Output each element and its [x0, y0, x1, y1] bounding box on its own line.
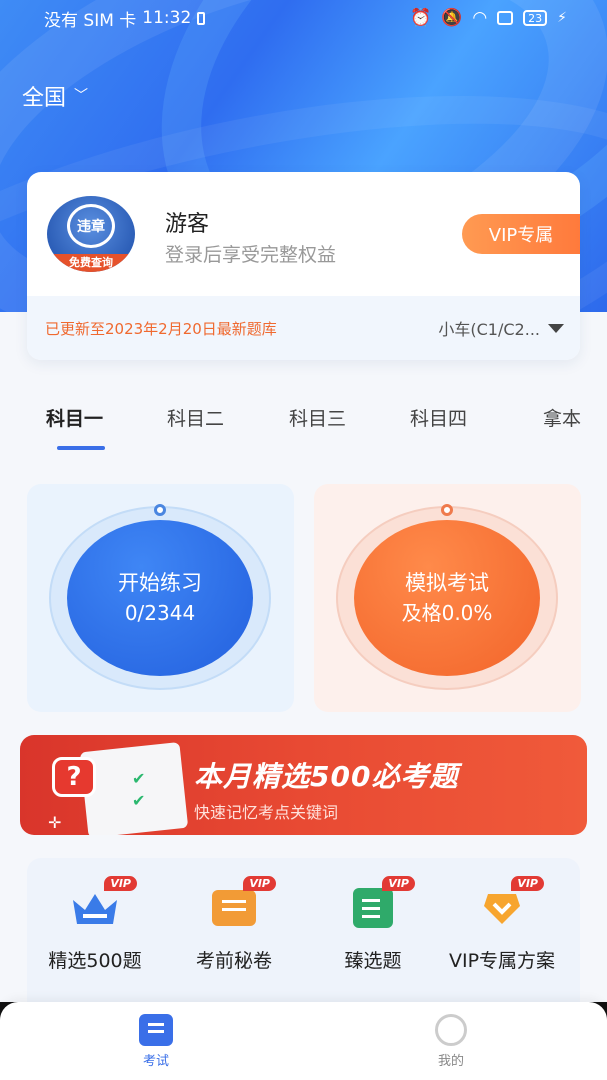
practice-progress: 0/2344: [124, 601, 196, 625]
avatar[interactable]: 违章 免费查询: [47, 196, 135, 272]
feature-grid: VIP 精选500题 VIP 考前秘卷 VIP 臻选题 VIP VIP专属方案: [27, 858, 580, 1018]
active-tab-indicator: [57, 446, 105, 450]
bottom-nav: 考试 我的: [0, 1002, 607, 1080]
practice-title: 开始练习: [118, 571, 202, 595]
avatar-strip: 免费查询: [47, 254, 135, 272]
alarm-icon: ⏰: [409, 8, 432, 28]
dropdown-triangle-icon: [548, 323, 564, 333]
avatar-text: 违章: [77, 219, 105, 235]
nav-label-exam: 考试: [142, 1054, 169, 1069]
exam-icon: [139, 1014, 173, 1046]
check-icon-2: ✔: [132, 791, 146, 810]
badge-icon: [484, 894, 520, 924]
status-bar: 没有 SIM 卡 11:32 ⏰ 🔕 ◠ 23 ⚡: [0, 0, 607, 36]
sim-icon: [197, 11, 206, 25]
card-footer: 已更新至2023年2月20日最新题库 小车(C1/C2...: [27, 296, 580, 360]
vip-badge: VIP: [104, 876, 137, 891]
time-text: 11:32: [142, 8, 192, 28]
book-icon: [353, 888, 393, 928]
mute-icon: 🔕: [441, 8, 463, 28]
crown-icon: [73, 894, 117, 924]
chevron-down-icon: ﹀: [74, 88, 89, 104]
nav-label-mine: 我的: [437, 1054, 464, 1069]
feature-label: 精选500题: [48, 950, 142, 972]
login-prompt[interactable]: 登录后享受完整权益: [165, 240, 336, 267]
feature-label: VIP专属方案: [448, 950, 556, 972]
banner-title: 本月精选500必考题: [194, 760, 459, 793]
feature-item-selected[interactable]: VIP 臻选题: [303, 876, 443, 973]
feature-label: 臻选题: [344, 950, 402, 972]
wifi-icon: ◠: [472, 8, 488, 28]
promo-banner[interactable]: ✔ ✔ ? ✛ 本月精选500必考题 快速记忆考点关键词: [20, 735, 587, 835]
vip-button[interactable]: VIP专属: [462, 214, 580, 254]
check-icon: ✔: [132, 769, 146, 788]
tab-subject-4[interactable]: 科目四: [410, 404, 467, 431]
practice-dot: [154, 504, 166, 516]
nav-item-exam[interactable]: 考试: [116, 1014, 196, 1069]
scroll-icon: [212, 890, 256, 926]
practice-card[interactable]: 开始练习 0/2344: [27, 484, 294, 712]
vip-badge: VIP: [511, 876, 544, 891]
charging-icon: ⚡: [557, 10, 567, 26]
banner-subtitle: 快速记忆考点关键词: [194, 803, 339, 822]
vip-badge: VIP: [382, 876, 415, 891]
tab-subject-2[interactable]: 科目二: [167, 404, 224, 431]
region-label: 全国: [22, 86, 67, 111]
region-selector[interactable]: 全国 ﹀: [22, 80, 88, 112]
tab-get-license[interactable]: 拿本: [543, 404, 581, 431]
practice-button[interactable]: 开始练习 0/2344: [67, 520, 253, 676]
user-name[interactable]: 游客: [165, 206, 209, 238]
mock-exam-card[interactable]: 模拟考试 及格0.0%: [314, 484, 581, 712]
question-icon: ?: [52, 757, 96, 797]
mock-exam-dot: [441, 504, 453, 516]
profile-card: 违章 免费查询 游客 登录后享受完整权益 VIP专属 已更新至2023年2月20…: [27, 172, 580, 360]
update-notice: 已更新至2023年2月20日最新题库: [45, 319, 277, 338]
feature-item-500[interactable]: VIP 精选500题: [25, 876, 165, 973]
battery-icon: 23: [523, 10, 548, 26]
carrier-text: 没有 SIM 卡: [44, 10, 137, 31]
profile-icon: [435, 1014, 467, 1046]
feature-item-secret-paper[interactable]: VIP 考前秘卷: [164, 876, 304, 973]
nav-item-mine[interactable]: 我的: [411, 1014, 491, 1069]
sparkle-icon: ✛: [48, 813, 62, 832]
mock-exam-title: 模拟考试: [405, 571, 489, 595]
feature-item-vip-plan[interactable]: VIP VIP专属方案: [432, 876, 572, 973]
tab-subject-3[interactable]: 科目三: [289, 404, 346, 431]
document-icon: [79, 742, 189, 835]
feature-label: 考前秘卷: [195, 950, 272, 972]
alert-icon: [497, 11, 514, 25]
tab-subject-1[interactable]: 科目一: [46, 404, 103, 431]
mock-exam-button[interactable]: 模拟考试 及格0.0%: [354, 520, 540, 676]
license-label: 小车(C1/C2...: [438, 320, 540, 339]
license-selector[interactable]: 小车(C1/C2...: [438, 316, 564, 340]
vip-badge: VIP: [243, 876, 276, 891]
mock-exam-pass-rate: 及格0.0%: [401, 601, 493, 625]
